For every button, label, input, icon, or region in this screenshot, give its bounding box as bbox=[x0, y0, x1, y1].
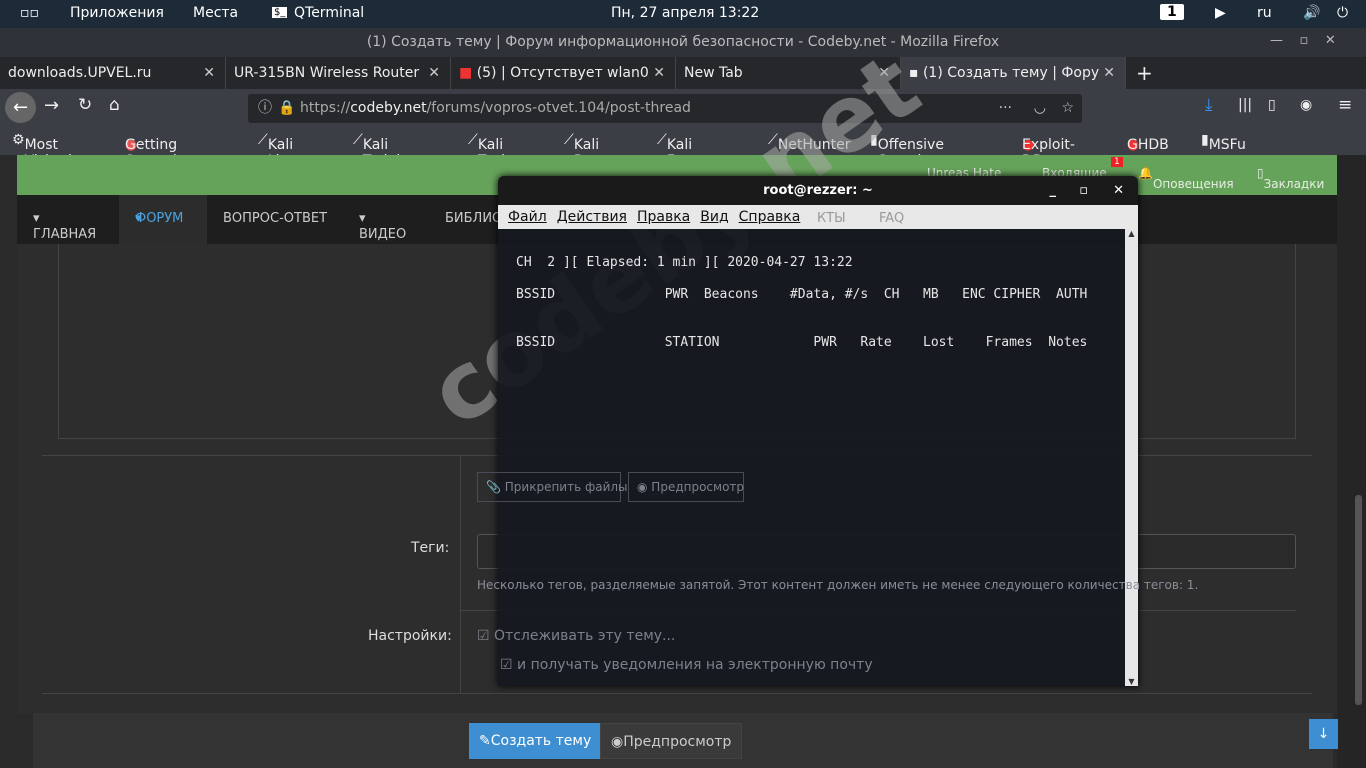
clock[interactable]: Пн, 27 апреля 13:22 bbox=[611, 5, 759, 21]
pocket-icon[interactable]: ◡ bbox=[1034, 94, 1046, 123]
menu-home[interactable]: ГЛАВНАЯ ▾ bbox=[33, 211, 96, 242]
menu-video[interactable]: ВИДЕО ▾ bbox=[359, 211, 406, 242]
menu-contacts[interactable]: КТЫ bbox=[817, 211, 846, 226]
tab-strip: downloads.UPVEL.ru ✕ UR-315BN Wireless Ro… bbox=[0, 57, 1366, 89]
tab-label: downloads.UPVEL.ru bbox=[8, 65, 152, 81]
close-icon[interactable]: ✕ bbox=[1099, 57, 1115, 89]
language-indicator[interactable]: ru bbox=[1257, 5, 1272, 21]
terminal-titlebar[interactable]: root@rezzer: ~ _ ▫ ✕ bbox=[498, 176, 1138, 205]
tab[interactable]: ■ (5) | Отсутствует wlan0/v ✕ bbox=[451, 57, 676, 89]
url-bar[interactable]: ⓘ 🔒 https://codeby.net/forums/vopros-otv… bbox=[248, 94, 1082, 123]
bookmark-most-visited[interactable]: ⚙ Most Visited bbox=[12, 132, 72, 169]
menu-help[interactable]: Справка bbox=[739, 209, 801, 225]
back-button[interactable]: ← bbox=[5, 92, 36, 123]
library-icon[interactable]: ||| bbox=[1238, 97, 1252, 113]
lock-icon: 🔒 bbox=[278, 100, 296, 116]
applications-menu[interactable]: Приложения bbox=[70, 5, 164, 21]
tab-label: (1) Создать тему | Форум bbox=[922, 65, 1110, 81]
url-prefix: https:// bbox=[300, 100, 351, 116]
settings-label: Настройки: bbox=[368, 628, 452, 644]
terminal-scrollbar[interactable]: ▲ ▼ bbox=[1125, 229, 1138, 686]
bookmark-kali-docs[interactable]: ⟋ Kali Docs bbox=[564, 132, 608, 169]
account-icon[interactable]: ◉ bbox=[1300, 97, 1312, 113]
menu-file[interactable]: Файл bbox=[508, 209, 547, 225]
menu-library[interactable]: БИБЛИО bbox=[445, 211, 502, 226]
email-checkbox[interactable]: ☑ и получать уведомления на электронную … bbox=[500, 657, 873, 673]
sidebar-icon[interactable]: ▯ bbox=[1268, 97, 1276, 113]
tab-active[interactable]: ▪ (1) Создать тему | Форум ✕ bbox=[901, 57, 1126, 89]
menu-icon[interactable]: ≡ bbox=[1338, 95, 1352, 115]
terminal-line: BSSID PWR Beacons #Data, #/s CH MB ENC C… bbox=[516, 287, 1088, 302]
maximize-icon[interactable]: ▫ bbox=[1079, 176, 1088, 205]
power-icon[interactable]: ⏻ bbox=[1337, 5, 1348, 21]
minimize-icon[interactable]: _ bbox=[1050, 176, 1057, 205]
menu-faq[interactable]: FAQ bbox=[879, 211, 904, 226]
bookmarks-toolbar: ⚙ Most Visited ● Getting Started ⟋ Kali … bbox=[0, 127, 1366, 169]
info-icon[interactable]: ⓘ bbox=[258, 94, 272, 123]
terminal-window[interactable]: root@rezzer: ~ _ ▫ ✕ Файл Действия Правка В… bbox=[498, 176, 1138, 686]
close-icon[interactable]: ✕ bbox=[203, 57, 215, 89]
forward-button[interactable]: → bbox=[44, 95, 59, 116]
create-thread-button[interactable]: ✎Создать тему bbox=[469, 723, 602, 759]
form-submit-bar: ✎Создать тему ◉Предпросмотр bbox=[33, 713, 1333, 768]
scroll-down-button[interactable]: ↓ bbox=[1309, 719, 1338, 749]
terminal-title: root@rezzer: ~ bbox=[763, 183, 873, 198]
bookmarks-link[interactable]: ▯ Закладки bbox=[1257, 166, 1324, 191]
favicon-icon: ▪ bbox=[909, 65, 923, 81]
volume-icon[interactable]: 🔊 bbox=[1303, 5, 1320, 21]
bookmark-kali-linux[interactable]: ⟋ Kali Linux bbox=[258, 132, 306, 169]
watch-checkbox[interactable]: ☑ Отслеживать эту тему... bbox=[477, 628, 675, 644]
page-scrollbar[interactable] bbox=[1337, 155, 1366, 768]
window-title: (1) Создать тему | Форум информационной … bbox=[0, 28, 1366, 57]
menu-actions[interactable]: Действия bbox=[557, 209, 627, 225]
tab-label: UR-315BN Wireless Router bbox=[234, 65, 420, 81]
preview-small-button[interactable]: ◉ Предпросмотр bbox=[628, 472, 744, 502]
workspace-indicator[interactable]: 1 bbox=[1160, 4, 1184, 20]
youtube-icon: ■ bbox=[459, 65, 477, 81]
places-menu[interactable]: Места bbox=[193, 5, 238, 21]
close-icon[interactable]: ✕ bbox=[649, 57, 665, 89]
url-path: /forums/vopros-otvet.104/post-thread bbox=[426, 100, 691, 116]
download-icon[interactable]: ⤓ bbox=[1205, 95, 1213, 115]
new-tab-button[interactable]: + bbox=[1128, 57, 1153, 89]
menu-edit[interactable]: Правка bbox=[637, 209, 690, 225]
tab[interactable]: UR-315BN Wireless Router ✕ bbox=[226, 57, 451, 89]
attach-files-button[interactable]: 📎 Прикрепить файлы bbox=[477, 472, 628, 502]
tab-label: New Tab bbox=[684, 65, 743, 81]
terminal-icon: $_ bbox=[272, 7, 288, 18]
preview-button[interactable]: ◉Предпросмотр bbox=[600, 723, 743, 759]
tags-label: Теги: bbox=[411, 540, 450, 556]
video-icon[interactable]: ▶ bbox=[1215, 5, 1226, 21]
apps-grid-icon[interactable]: ▫▫ bbox=[20, 5, 39, 21]
url-domain: codeby.net bbox=[350, 100, 427, 116]
tab[interactable]: downloads.UPVEL.ru ✕ bbox=[0, 57, 226, 89]
page-actions-icon[interactable]: ··· bbox=[999, 94, 1012, 123]
terminal-line: BSSID STATION PWR Rate Lost Frames Notes bbox=[516, 335, 1088, 350]
divider bbox=[42, 693, 1312, 694]
bookmark-msfu[interactable]: ▮ MSFu bbox=[1201, 132, 1246, 153]
menu-view[interactable]: Вид bbox=[700, 209, 728, 225]
window-controls[interactable]: — ▫ ✕ bbox=[1270, 33, 1336, 48]
star-icon[interactable]: ☆ bbox=[1061, 94, 1074, 123]
bookmark-kali-training[interactable]: ⟋ Kali Training bbox=[353, 132, 418, 169]
close-icon[interactable]: ✕ bbox=[428, 57, 440, 89]
tab-label: (5) | Отсутствует wlan0/v bbox=[476, 65, 662, 81]
bookmark-kali-tools[interactable]: ⟋ Kali Tools bbox=[468, 132, 512, 169]
tags-hint: Несколько тегов, разделяемые запятой. Эт… bbox=[477, 578, 1199, 592]
close-icon[interactable]: ✕ bbox=[1113, 176, 1124, 205]
home-button[interactable]: ⌂ bbox=[109, 95, 120, 115]
menu-qa[interactable]: ВОПРОС-ОТВЕТ bbox=[223, 211, 327, 226]
system-top-bar: ▫▫ Приложения Места $_ QTerminal Пн, 27 … bbox=[0, 0, 1366, 28]
alerts-link[interactable]: 🔔 Оповещения bbox=[1138, 166, 1234, 191]
reload-button[interactable]: ↻ bbox=[78, 95, 92, 115]
qterminal-app[interactable]: QTerminal bbox=[294, 5, 364, 21]
divider bbox=[460, 455, 461, 693]
terminal-line: CH 2 ][ Elapsed: 1 min ][ 2020-04-27 13:… bbox=[516, 255, 853, 270]
menu-forum[interactable]: ФОРУМ ▾ bbox=[119, 195, 207, 244]
inbox-badge: 1 bbox=[1111, 157, 1123, 167]
bookmark-kali-forums[interactable]: ⟋ Kali Forums bbox=[657, 132, 719, 169]
